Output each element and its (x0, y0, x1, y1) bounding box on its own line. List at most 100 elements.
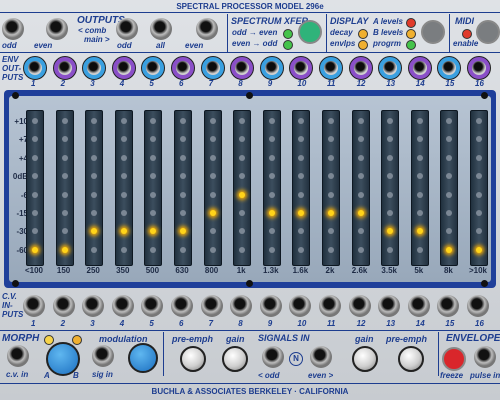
cv-input-jack[interactable] (289, 295, 312, 317)
spectrum-xfer-title: SPECTRUM XFER (231, 16, 309, 26)
cv-input-jack[interactable] (52, 295, 75, 317)
pre-emph-knob-2[interactable] (398, 346, 424, 372)
env-outputs-label-2: OUT- (2, 64, 22, 73)
band-level-led (91, 246, 98, 253)
midi-lamp (462, 29, 472, 39)
band-level-led (416, 191, 423, 198)
cv-input-number: 14 (415, 319, 425, 328)
band-level-led (476, 173, 482, 180)
signal-in-odd-jack[interactable] (262, 346, 284, 368)
output-label-all: all (156, 41, 165, 50)
band-meter (203, 110, 222, 266)
band-level-led (446, 173, 453, 180)
band-level-led (268, 118, 275, 124)
band-level-led-lit (239, 191, 246, 198)
env-output-jack[interactable] (319, 56, 343, 80)
cv-input-jack[interactable] (82, 295, 105, 317)
midi-enable-label: enable (453, 39, 479, 48)
cv-input-jack[interactable] (259, 295, 282, 317)
morph-cv-in-jack[interactable] (7, 345, 29, 367)
band-level-led (476, 228, 482, 235)
output-main-even-jack[interactable] (196, 18, 218, 40)
signal-in-even-jack[interactable] (310, 346, 332, 368)
env-output-jack[interactable] (230, 56, 255, 80)
xfer-odd-even-lamp (283, 29, 293, 39)
band-level-led (91, 118, 98, 124)
xfer-button[interactable] (298, 20, 322, 44)
env-output-jack[interactable] (289, 56, 314, 80)
jack-socket (57, 61, 72, 75)
cv-input-jack[interactable] (23, 295, 45, 317)
outputs-comb-label: < comb (78, 26, 107, 35)
cv-input-jack[interactable] (171, 295, 193, 317)
cv-input-jack[interactable] (319, 295, 341, 317)
band-level-led (180, 246, 186, 253)
env-output-number: 13 (386, 79, 396, 88)
band-meter (85, 110, 104, 266)
envelope-title: ENVELOPE (446, 333, 500, 344)
mod-sig-in-jack[interactable] (92, 345, 114, 367)
freeze-label: freeze (440, 371, 464, 380)
band-level-led (328, 173, 334, 180)
env-output-jack[interactable] (437, 56, 462, 80)
pre-emph-knob-1[interactable] (180, 346, 206, 372)
env-output-jack[interactable] (378, 56, 403, 80)
band-level-led-lit (446, 246, 453, 253)
pulse-in-label: pulse in (470, 371, 500, 380)
pulse-in-jack[interactable] (474, 346, 496, 368)
cv-input-jack[interactable] (200, 295, 223, 317)
display-button[interactable] (421, 20, 445, 44)
display-a-levels-label: A levels (373, 17, 403, 26)
output-comb-odd-jack[interactable] (2, 18, 24, 40)
band-frequency-label: 2k (325, 266, 335, 275)
modulation-knob[interactable] (128, 343, 158, 373)
screw-top-center (246, 92, 253, 99)
env-output-jack[interactable] (23, 56, 47, 80)
env-output-jack[interactable] (141, 56, 166, 80)
output-main-odd-jack[interactable] (116, 18, 138, 40)
jack-socket (472, 61, 486, 75)
morph-title: MORPH (2, 333, 40, 344)
env-output-jack[interactable] (52, 56, 77, 80)
cv-input-jack[interactable] (467, 295, 489, 317)
cv-input-jack[interactable] (378, 295, 401, 317)
output-main-all-jack[interactable] (150, 18, 172, 40)
env-output-jack[interactable] (82, 56, 107, 80)
cv-input-jack[interactable] (230, 295, 253, 317)
cv-input-jack[interactable] (348, 295, 371, 317)
band-level-led-lit (32, 246, 38, 253)
display-b-levels-lamp (406, 29, 416, 39)
jack-socket (442, 61, 457, 75)
cv-row-bottom-rule (0, 330, 500, 331)
screw-top-left (12, 92, 19, 99)
output-comb-even-jack[interactable] (46, 18, 68, 40)
env-output-jack[interactable] (407, 56, 432, 80)
gain-knob-2[interactable] (352, 346, 378, 372)
band-level-led (357, 228, 364, 235)
band-level-led (446, 136, 453, 143)
band-frequency-label: >10k (468, 266, 488, 275)
band-level-led (387, 191, 394, 198)
xfer-even-odd-label: even → odd (232, 39, 278, 48)
cv-input-jack[interactable] (111, 295, 134, 317)
band-frequency-label: 5k (414, 266, 424, 275)
cv-input-number: 11 (327, 319, 336, 328)
env-output-jack[interactable] (111, 56, 136, 80)
gain-knob-1[interactable] (222, 346, 248, 372)
cv-input-jack[interactable] (141, 295, 164, 317)
cv-input-jack[interactable] (407, 295, 430, 317)
output-label-even-2: even (185, 41, 204, 50)
env-output-jack[interactable] (467, 56, 491, 80)
env-output-jack[interactable] (200, 56, 225, 80)
env-output-jack[interactable] (171, 56, 195, 80)
env-output-jack[interactable] (348, 56, 373, 80)
midi-enable-button[interactable] (476, 20, 500, 44)
morph-cv-in-label: c.v. in (6, 370, 29, 379)
env-output-jack[interactable] (259, 56, 284, 80)
pre-emph-label-2: pre-emph (386, 334, 428, 344)
cv-input-jack[interactable] (437, 295, 460, 317)
freeze-button[interactable] (442, 347, 466, 371)
jack-socket (264, 61, 279, 75)
band-level-led (416, 173, 423, 180)
env-output-number: 6 (179, 79, 184, 88)
